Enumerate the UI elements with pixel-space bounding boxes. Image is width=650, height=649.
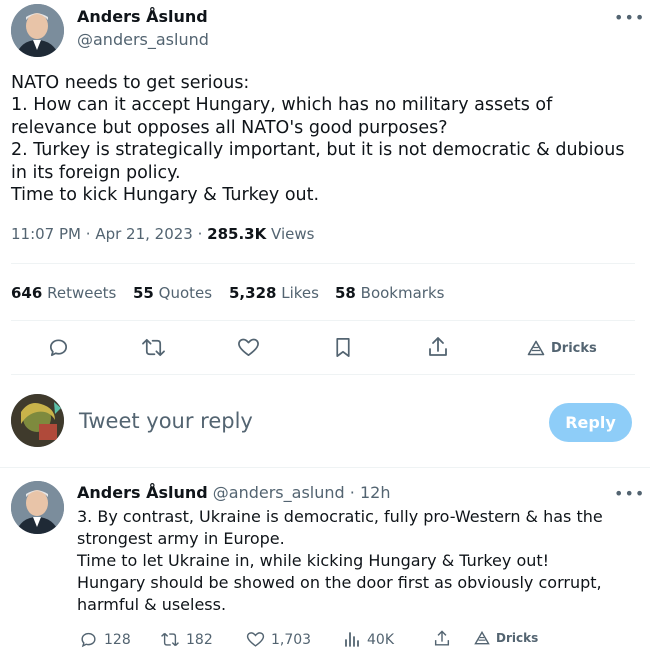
avatar-portrait — [11, 4, 64, 57]
reply-header: Anders Åslund @anders_aslund · 12h — [77, 483, 390, 502]
reply-age[interactable]: 12h — [360, 483, 391, 502]
separator: · — [85, 225, 96, 243]
reply-replies-count: 128 — [104, 631, 131, 648]
tweet-meta: 11:07 PM · Apr 21, 2023 · 285.3K Views — [11, 225, 314, 243]
reply-input[interactable]: Tweet your reply — [79, 409, 253, 433]
reply-likes-button[interactable]: 1,703 — [246, 630, 311, 649]
tweet-date[interactable]: Apr 21, 2023 — [95, 225, 193, 243]
reply-submit-button[interactable]: Reply — [549, 403, 632, 442]
bookmarks-count: 58 — [335, 284, 356, 302]
views-icon — [345, 632, 359, 647]
reply-author-name[interactable]: Anders Åslund — [77, 483, 208, 502]
more-icon[interactable]: ••• — [614, 8, 645, 27]
divider — [11, 374, 635, 375]
dricks-icon — [527, 340, 545, 356]
retweet-button[interactable] — [141, 336, 166, 359]
retweet-icon — [161, 632, 179, 647]
retweets-count: 646 — [11, 284, 43, 302]
reply-replies-button[interactable]: 128 — [79, 630, 131, 649]
reply-retweets-count: 182 — [186, 631, 213, 648]
like-icon — [246, 632, 265, 647]
share-icon — [429, 337, 447, 356]
retweet-icon — [142, 338, 165, 357]
separator: · — [197, 225, 208, 243]
bookmarks-label: Bookmarks — [360, 284, 445, 302]
stat-bookmarks[interactable]: 58 Bookmarks — [335, 284, 444, 302]
tweet-text: NATO needs to get serious: 1. How can it… — [11, 73, 625, 206]
reply-icon — [49, 339, 68, 357]
retweets-label: Retweets — [47, 284, 117, 302]
reply-tweet-text: 3. By contrast, Ukraine is democratic, f… — [77, 507, 603, 614]
reply-avatar-portrait — [11, 481, 64, 534]
reply-retweets-button[interactable]: 182 — [160, 630, 213, 649]
likes-count: 5,328 — [229, 284, 277, 302]
dricks-button[interactable]: Dricks — [527, 340, 597, 356]
author-name[interactable]: Anders Åslund — [77, 7, 208, 26]
user-avatar-image — [11, 394, 64, 447]
reply-icon — [81, 632, 96, 648]
dricks-label: Dricks — [551, 340, 597, 356]
reply-likes-count: 1,703 — [271, 631, 312, 648]
stat-likes[interactable]: 5,328 Likes — [229, 284, 319, 302]
divider — [0, 467, 650, 468]
tweet-time[interactable]: 11:07 PM — [11, 225, 81, 243]
reply-views-count: 40K — [367, 631, 394, 648]
bookmark-button[interactable] — [333, 336, 353, 359]
reply-views-button[interactable]: 40K — [343, 630, 394, 649]
reply-more-icon[interactable]: ••• — [614, 484, 645, 503]
user-avatar[interactable] — [11, 394, 64, 447]
separator: · — [349, 483, 355, 502]
views-label: Views — [271, 225, 315, 243]
reply-share-button[interactable] — [433, 629, 451, 648]
reply-author-handle[interactable]: @anders_aslund — [213, 483, 345, 502]
like-button[interactable] — [237, 336, 260, 359]
like-icon — [238, 338, 259, 357]
divider — [11, 263, 635, 264]
stat-retweets[interactable]: 646 Retweets — [11, 284, 116, 302]
quotes-count: 55 — [133, 284, 154, 302]
likes-label: Likes — [281, 284, 319, 302]
share-button[interactable] — [427, 335, 449, 359]
bookmark-icon — [336, 338, 350, 357]
reply-button[interactable] — [47, 336, 70, 359]
author-handle[interactable]: @anders_aslund — [77, 30, 209, 49]
views-count: 285.3K — [207, 225, 267, 243]
author-avatar[interactable] — [11, 4, 64, 57]
quotes-label: Quotes — [158, 284, 213, 302]
stat-quotes[interactable]: 55 Quotes — [133, 284, 212, 302]
share-icon — [434, 630, 450, 646]
reply-author-avatar[interactable] — [11, 481, 64, 534]
divider — [11, 320, 635, 321]
